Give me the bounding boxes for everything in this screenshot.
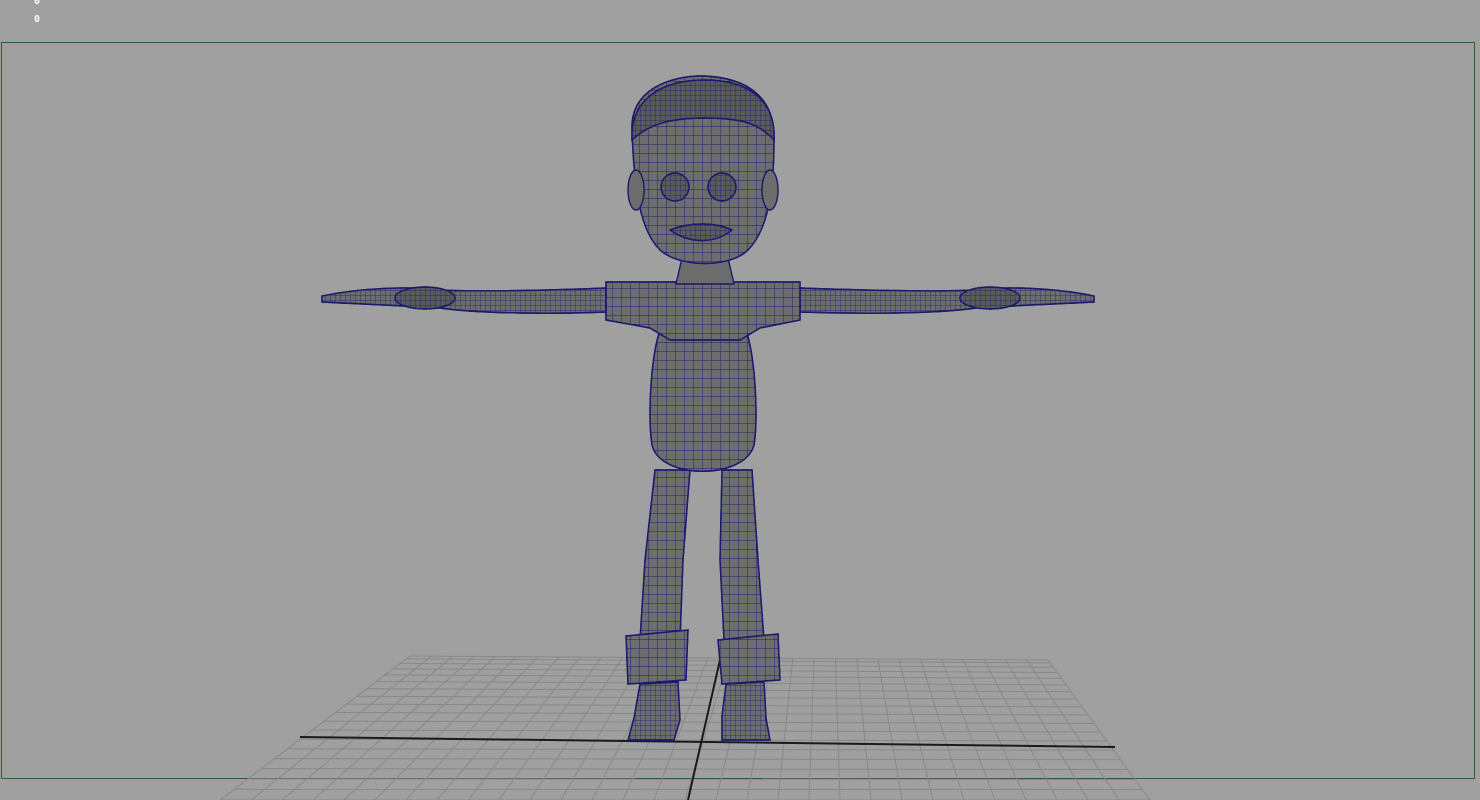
left-arm: [321, 286, 607, 314]
head: [627, 75, 779, 265]
right-arm: [799, 286, 1095, 314]
left-leg: [625, 469, 691, 741]
viewport-scene: [219, 75, 1151, 800]
grid-line: [247, 778, 1136, 780]
grid-axis-x: [299, 736, 1116, 748]
torso: [605, 281, 801, 472]
right-leg: [717, 469, 781, 741]
character-mesh[interactable]: [321, 75, 1095, 741]
